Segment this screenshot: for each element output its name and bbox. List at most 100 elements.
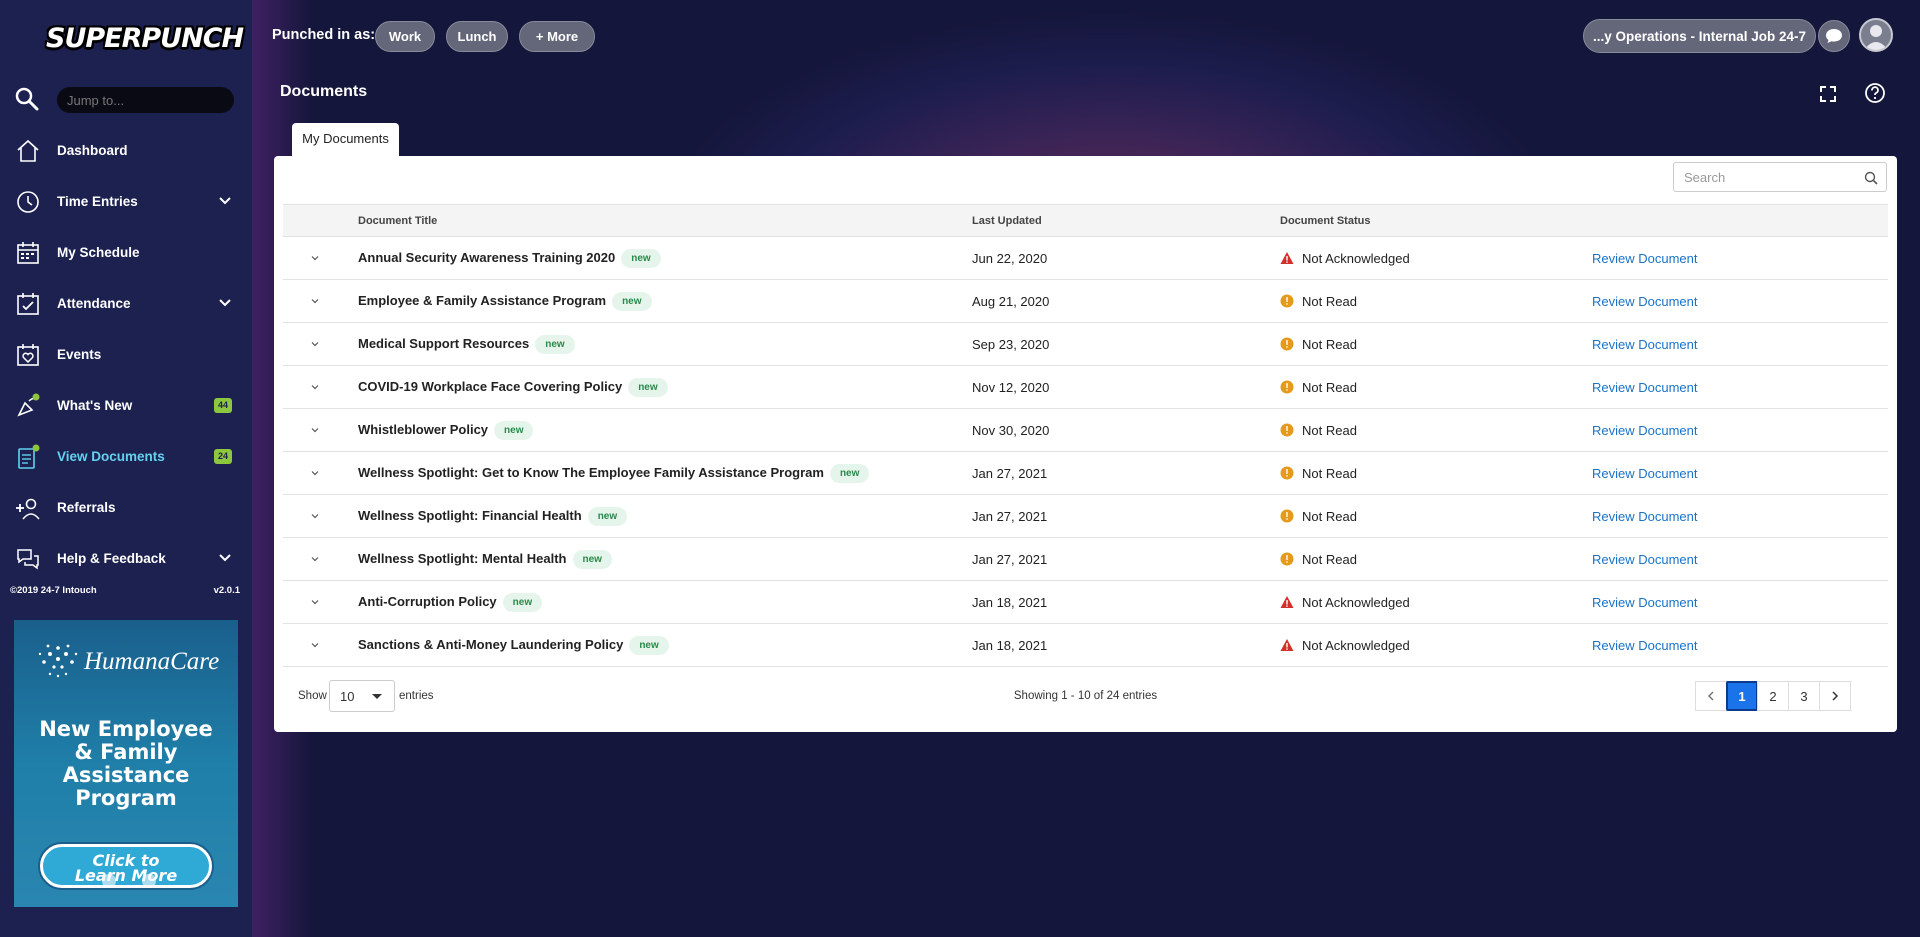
warning-icon [1280, 639, 1294, 651]
chevron-down-icon[interactable] [309, 295, 321, 307]
review-document-link[interactable]: Review Document [1592, 595, 1698, 610]
sidebar-item-referrals[interactable]: Referrals [0, 482, 252, 533]
chevron-down-icon[interactable] [309, 252, 321, 264]
sidebar-item-label: Attendance [57, 296, 131, 311]
sidebar-item-dashboard[interactable]: Dashboard [0, 125, 252, 176]
pagination: 1 2 3 [1695, 681, 1851, 711]
table-row[interactable]: Wellness Spotlight: Mental Health new Jan … [283, 537, 1888, 581]
review-document-link[interactable]: Review Document [1592, 466, 1698, 481]
review-document-link[interactable]: Review Document [1592, 552, 1698, 567]
new-badge: new [621, 248, 661, 268]
copyright-text: ©2019 24-7 Intouch [10, 585, 97, 596]
home-icon [17, 139, 39, 162]
sidebar-item-view-documents[interactable]: View Documents 24 [0, 431, 252, 482]
document-title: Wellness Spotlight: Financial Health [358, 507, 582, 523]
punch-lunch-button[interactable]: Lunch [446, 21, 508, 52]
review-document-link[interactable]: Review Document [1592, 423, 1698, 438]
table-footer: Show 10 entries Showing 1 - 10 of 24 ent… [274, 676, 1897, 716]
review-document-link[interactable]: Review Document [1592, 294, 1698, 309]
new-badge: new [629, 635, 669, 655]
prev-page-button[interactable] [1695, 681, 1727, 711]
table-row[interactable]: Whistleblower Policy new Nov 30, 2020 Not R… [283, 408, 1888, 452]
punch-more-button[interactable]: + More [519, 21, 595, 52]
action-cell: Review Document [1592, 623, 1888, 667]
chevron-down-icon[interactable] [309, 338, 321, 350]
table-row[interactable]: Annual Security Awareness Training 2020 n… [283, 236, 1888, 280]
calendar-check-icon [17, 293, 39, 315]
chevron-left-icon [1707, 691, 1714, 701]
superpunch-logo[interactable]: SUPERPUNCH [46, 12, 258, 60]
chat-button[interactable] [1818, 20, 1850, 52]
table-row[interactable]: Wellness Spotlight: Get to Know The Empl… [283, 451, 1888, 495]
sidebar-item-label: Referrals [57, 500, 116, 515]
carousel-dot[interactable] [142, 874, 156, 888]
title-cell: Annual Security Awareness Training 2020 n… [358, 236, 972, 280]
search-icon[interactable] [14, 86, 40, 112]
page-3-button[interactable]: 3 [1788, 681, 1820, 711]
sidebar-item-attendance[interactable]: Attendance [0, 278, 252, 329]
table-row[interactable]: Employee & Family Assistance Program new A… [283, 279, 1888, 323]
job-selector-button[interactable]: ...y Operations - Internal Job 24-7 [1583, 19, 1816, 53]
chevron-down-icon[interactable] [218, 194, 232, 208]
sidebar-item-events[interactable]: Events [0, 329, 252, 380]
status-cell: Not Read [1280, 365, 1592, 409]
review-document-link[interactable]: Review Document [1592, 337, 1698, 352]
chevron-down-icon[interactable] [218, 551, 232, 565]
page-1-button[interactable]: 1 [1726, 681, 1758, 711]
chevron-down-icon[interactable] [309, 553, 321, 565]
sidebar-item-label: What's New [57, 398, 133, 413]
last-updated-cell: Jan 27, 2021 [972, 451, 1280, 495]
fullscreen-icon[interactable] [1818, 84, 1838, 104]
sidebar-item-whats-new[interactable]: What's New 44 [0, 380, 252, 431]
title-cell: Wellness Spotlight: Mental Health new [358, 537, 972, 581]
sidebar-item-time-entries[interactable]: Time Entries [0, 176, 252, 227]
tab-my-documents[interactable]: My Documents [292, 123, 399, 156]
table-row[interactable]: COVID-19 Workplace Face Covering Policy n… [283, 365, 1888, 409]
chevron-down-icon[interactable] [309, 510, 321, 522]
avatar[interactable] [1859, 18, 1893, 52]
promo-headline: New Employee & Family Assistance Program [14, 718, 238, 810]
chevron-down-icon[interactable] [309, 424, 321, 436]
sidebar-item-help-feedback[interactable]: Help & Feedback [0, 533, 252, 584]
review-document-link[interactable]: Review Document [1592, 251, 1698, 266]
jump-to-input[interactable] [57, 87, 234, 113]
review-document-link[interactable]: Review Document [1592, 380, 1698, 395]
search-input[interactable] [1684, 164, 1864, 190]
status-text: Not Acknowledged [1302, 250, 1410, 266]
chevron-down-icon[interactable] [309, 381, 321, 393]
next-page-button[interactable] [1819, 681, 1851, 711]
chevron-down-icon[interactable] [309, 639, 321, 651]
column-header-status[interactable]: Document Status [1280, 204, 1592, 237]
user-avatar-icon [1864, 25, 1888, 50]
punch-work-button[interactable]: Work [375, 21, 435, 52]
expand-cell [283, 580, 358, 624]
document-title: Sanctions & Anti-Money Laundering Policy [358, 636, 624, 652]
humanacare-promo-banner[interactable]: HumanaCare New Employee & Family Assista… [14, 620, 238, 907]
promo-learn-more-button[interactable]: Click to Learn More [40, 844, 212, 888]
carousel-dot[interactable] [102, 874, 116, 888]
sidebar-item-my-schedule[interactable]: My Schedule [0, 227, 252, 278]
help-icon[interactable] [1864, 82, 1886, 104]
table-row[interactable]: Wellness Spotlight: Financial Health new J… [283, 494, 1888, 538]
calendar-icon [17, 242, 39, 264]
search-icon[interactable] [1864, 171, 1878, 185]
table-row[interactable]: Anti-Corruption Policy new Jan 18, 2021 Not… [283, 580, 1888, 624]
table-row[interactable]: Sanctions & Anti-Money Laundering Policy… [283, 623, 1888, 667]
column-header-last-updated[interactable]: Last Updated [972, 204, 1280, 237]
review-document-link[interactable]: Review Document [1592, 638, 1698, 653]
review-document-link[interactable]: Review Document [1592, 509, 1698, 524]
page-2-button[interactable]: 2 [1757, 681, 1789, 711]
title-cell: Whistleblower Policy new [358, 408, 972, 452]
info-circle-icon [1280, 552, 1294, 566]
last-updated-cell: Jan 27, 2021 [972, 537, 1280, 581]
chevron-down-icon[interactable] [218, 296, 232, 310]
jump-to [14, 86, 234, 113]
table-row[interactable]: Medical Support Resources new Sep 23, 2020… [283, 322, 1888, 366]
chevron-down-icon[interactable] [309, 467, 321, 479]
column-header-title[interactable]: Document Title [358, 204, 972, 237]
chevron-down-icon[interactable] [309, 596, 321, 608]
megaphone-icon [17, 393, 40, 417]
sidebar-item-label: Dashboard [57, 143, 128, 158]
status-cell: Not Acknowledged [1280, 623, 1592, 667]
last-updated-cell: Jan 18, 2021 [972, 623, 1280, 667]
